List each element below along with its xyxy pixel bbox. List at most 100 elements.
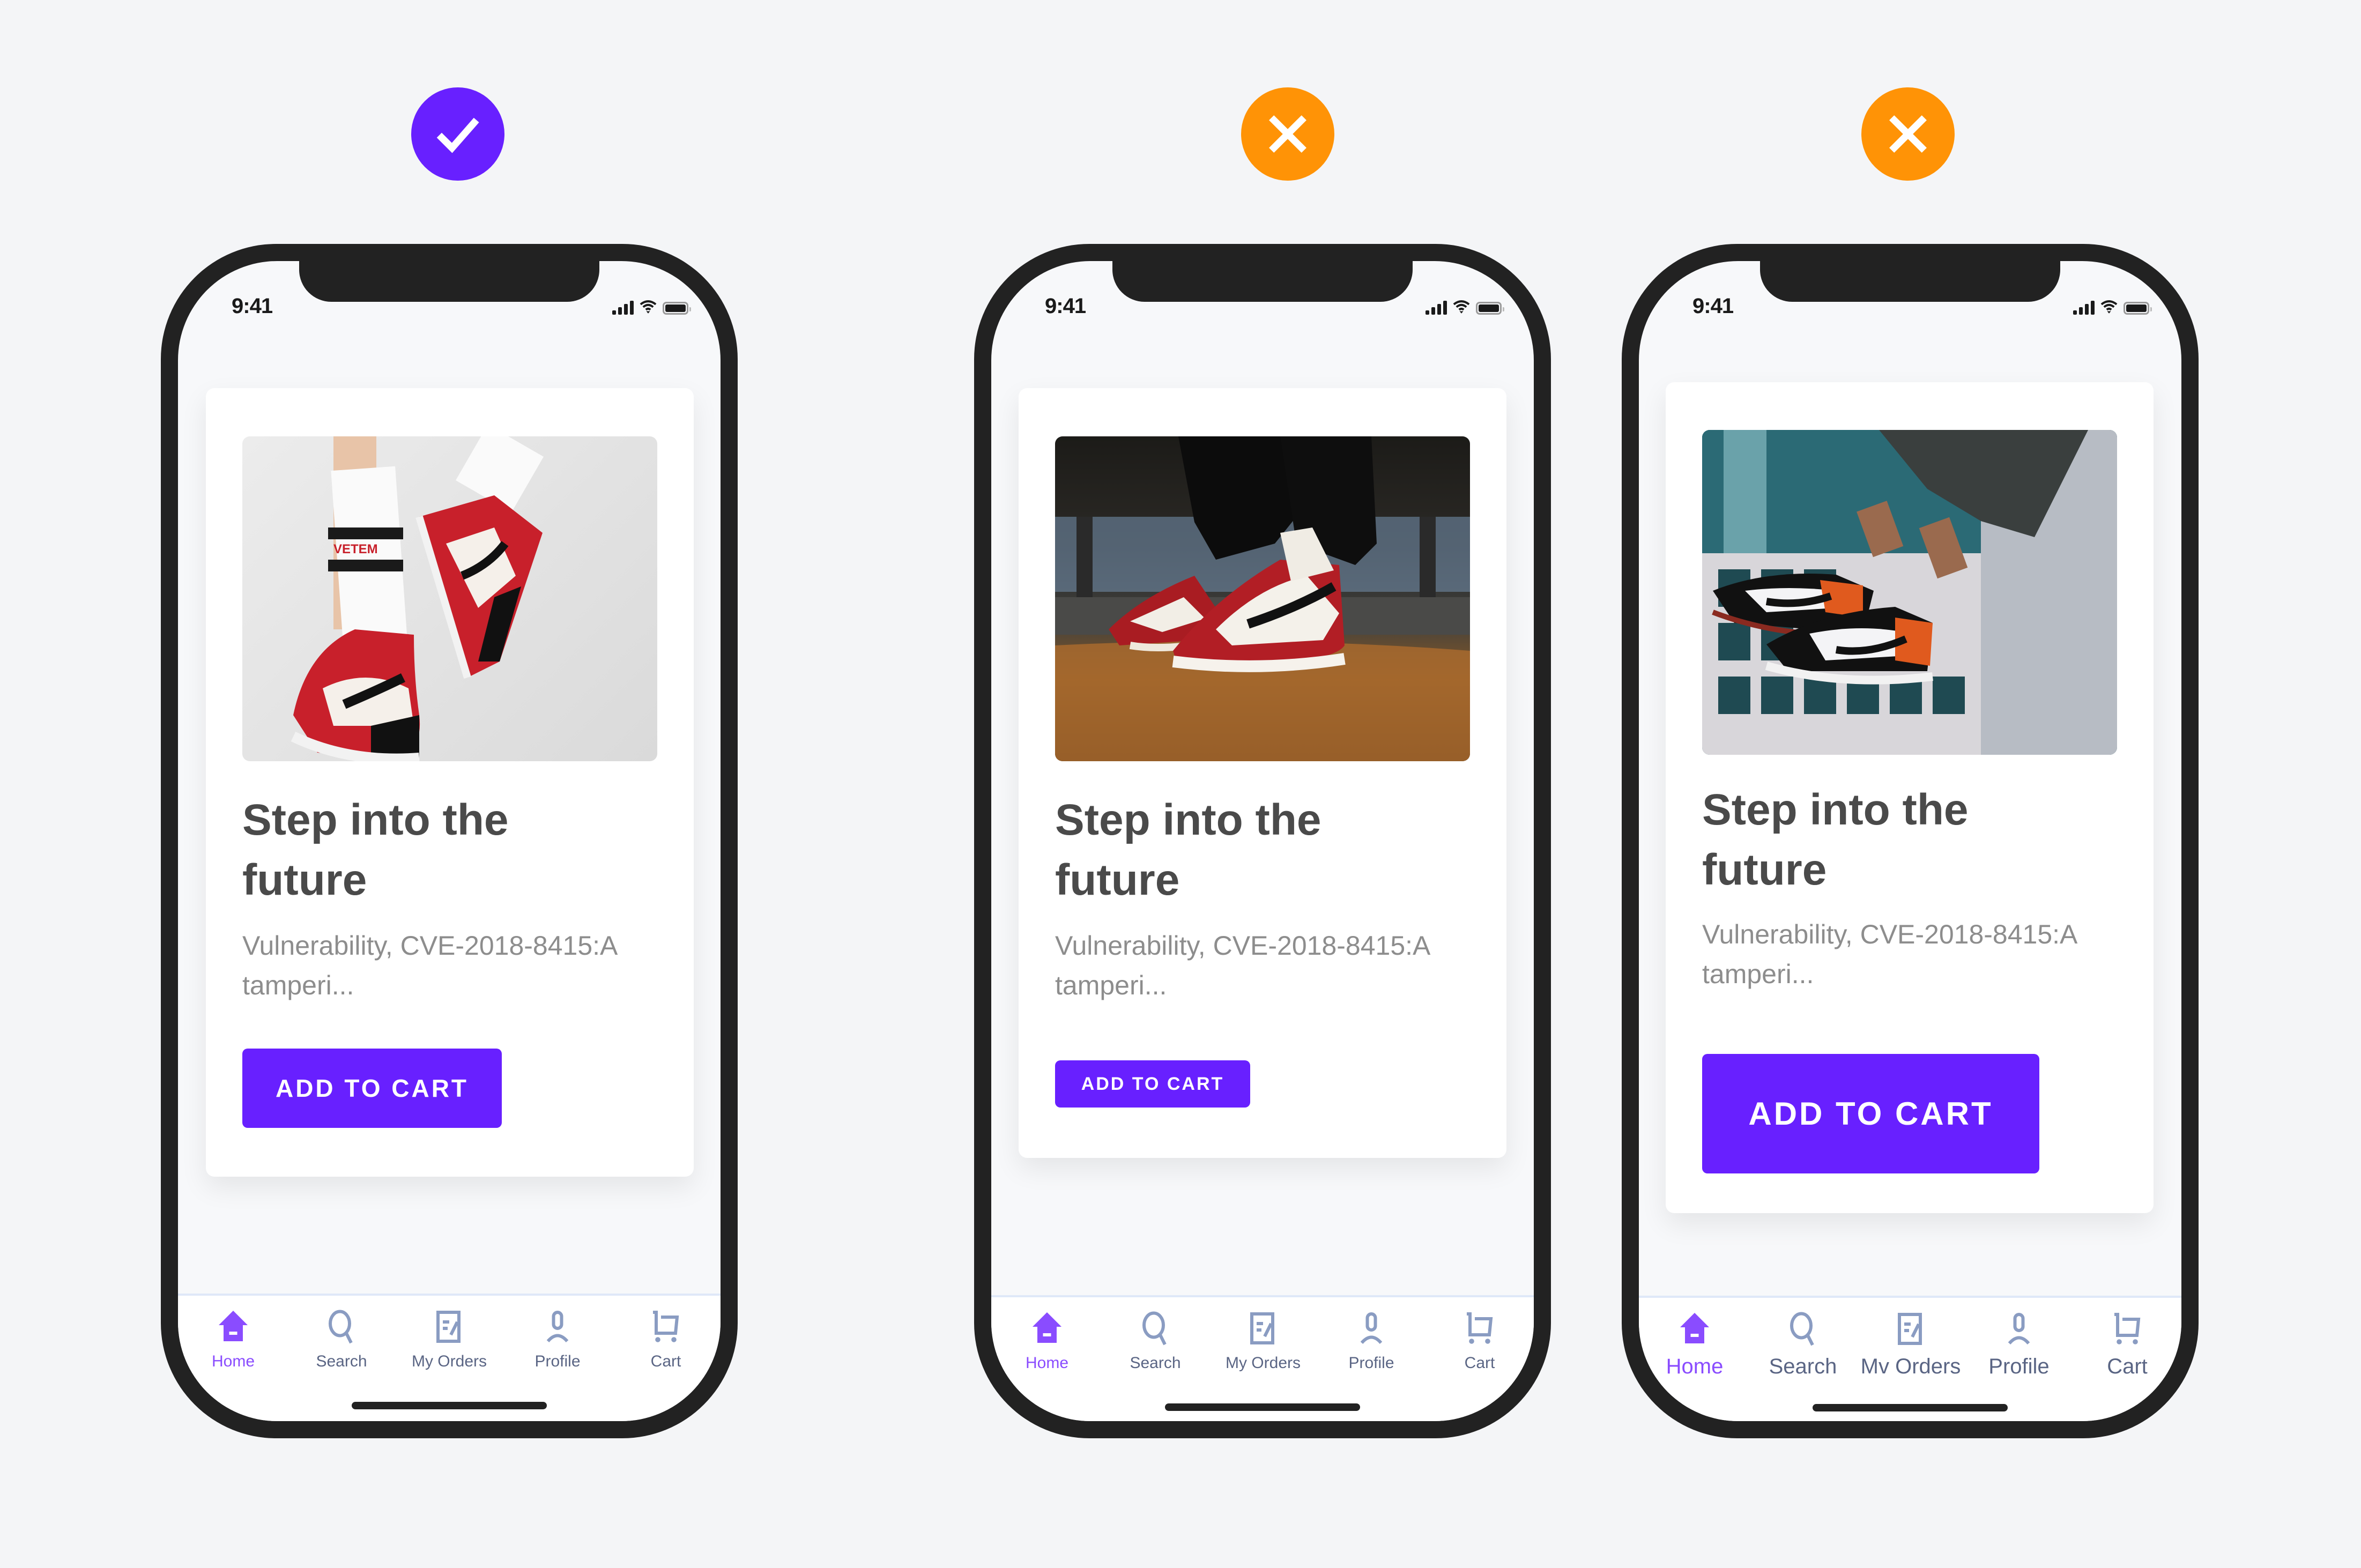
nav-label-cart: Cart [2107,1355,2148,1378]
incorrect-badge [1241,87,1334,181]
nav-item-home[interactable]: Home [1641,1310,1748,1379]
home-icon [1680,1313,1709,1343]
battery-icon [1476,302,1504,315]
search-icon [1142,1311,1167,1346]
svg-text:VETEM: VETEM [333,542,378,556]
orders-icon [1898,1313,1922,1345]
nav-item-search[interactable]: Search [1749,1310,1857,1379]
nav-label-my-orders: My Orders [411,1353,487,1370]
add-to-cart-button[interactable]: ADD TO CART [242,1049,502,1128]
bottom-nav: Home Search My Orders Profile Cart [178,1294,721,1421]
phone-screen: 9:41 Step into the future Vulnerability,… [991,261,1534,1421]
profile-icon [546,1311,569,1343]
profile-icon [1360,1312,1383,1344]
nav-label-my-orders: My Orders [1225,1354,1301,1372]
nav-item-search[interactable]: Search [1102,1309,1209,1372]
battery-icon [2124,302,2152,315]
nav-label-search: Search [1130,1354,1181,1372]
nav-item-my-orders[interactable]: My Orders [396,1307,503,1371]
card-description-line: tamperi... [242,970,354,1000]
card-title-line: future [242,856,367,904]
correct-badge [411,87,504,181]
wifi-icon [2100,300,2118,314]
product-image [1055,436,1470,761]
signal-icon [2073,299,2095,315]
nav-item-my-orders[interactable]: My Orders [1209,1309,1317,1372]
cart-icon [2114,1313,2141,1344]
incorrect-badge [1861,87,1955,181]
signal-icon [1425,299,1447,315]
battery-icon [663,302,691,315]
nav-label-profile: Profile [1348,1354,1394,1372]
nav-label-profile: Profile [1988,1355,2050,1378]
status-icons [1425,295,1504,315]
phone-mockup-incorrect-large-button: 9:41 Step into the future Vulnerability,… [1622,244,2199,1438]
product-card: Step into the future Vulnerability, CVE-… [1019,388,1506,1158]
nav-item-home[interactable]: Home [180,1307,287,1371]
orders-icon [436,1311,461,1343]
card-description: Vulnerability, CVE-2018-8415:A tamperi..… [1702,915,2077,994]
card-title: Step into the future [1055,790,1321,910]
product-image [1702,430,2117,755]
product-card: Step into the future Vulnerability, CVE-… [1666,382,2154,1213]
nav-item-profile[interactable]: Profile [504,1307,611,1371]
home-icon [1033,1312,1061,1343]
card-description-line: tamperi... [1702,959,1814,989]
sneaker-photo: VETEM [291,436,544,761]
product-card: VETEM Step into the future Vulnerability… [206,388,694,1177]
card-title-line: Step into the [1702,785,1969,834]
card-description-line: Vulnerability, CVE-2018-8415:A [1055,931,1431,961]
phone-screen: 9:41 Step into the future Vulnerability,… [1639,261,2181,1421]
notch [1760,261,2060,302]
status-icons [612,295,691,315]
nav-label-home: Home [1666,1355,1724,1378]
nav-item-home[interactable]: Home [993,1309,1101,1372]
orders-icon [1250,1312,1274,1344]
notch [1112,261,1413,302]
check-icon [436,117,479,153]
nav-label-my-orders: Mv Orders [1860,1355,1961,1378]
card-title-line: future [1702,845,1827,894]
status-icons [2073,295,2152,315]
nav-label-cart: Cart [650,1353,681,1370]
status-time: 9:41 [1045,294,1086,318]
cart-icon [1467,1312,1493,1344]
card-title-line: Step into the [1055,796,1321,844]
add-to-cart-button[interactable]: ADD TO CART [1702,1054,2039,1173]
nav-item-profile[interactable]: Profile [1318,1309,1425,1372]
cart-icon [653,1311,679,1342]
home-indicator [1813,1404,2008,1411]
add-to-cart-button[interactable]: ADD TO CART [1055,1060,1250,1108]
nav-label-search: Search [316,1353,367,1370]
nav-item-cart[interactable]: Cart [2074,1310,2181,1379]
phone-mockup-correct: 9:41 VETEM Step into the future Vulnerab… [161,244,738,1438]
nav-item-profile[interactable]: Profile [1965,1310,2073,1379]
nav-label-cart: Cart [1464,1354,1495,1372]
bottom-nav: Home Search My Orders Profile Cart [991,1295,1534,1421]
phone-mockup-incorrect-small-button: 9:41 Step into the future Vulnerability,… [974,244,1551,1438]
home-indicator [352,1402,547,1409]
nav-item-cart[interactable]: Cart [612,1307,719,1371]
nav-label-search: Search [1769,1355,1837,1378]
status-time: 9:41 [232,294,273,318]
sneaker-photo [1055,436,1470,761]
card-title-line: Step into the [242,796,509,844]
wifi-icon [640,300,657,314]
nav-item-search[interactable]: Search [288,1307,395,1371]
nav-label-home: Home [1025,1354,1069,1372]
nav-item-my-orders[interactable]: Mv Orders [1857,1310,1964,1379]
profile-icon [2008,1313,2030,1345]
card-title: Step into the future [242,790,509,910]
close-icon [1889,115,1927,153]
card-title-line: future [1055,856,1180,904]
search-icon [329,1310,353,1344]
nav-item-cart[interactable]: Cart [1426,1309,1533,1372]
search-icon [1790,1312,1814,1346]
signal-icon [612,299,634,315]
bottom-nav: Home Search Mv Orders Profile Cart [1639,1296,2181,1421]
status-time: 9:41 [1692,294,1734,318]
phone-screen: 9:41 VETEM Step into the future Vulnerab… [178,261,721,1421]
card-description: Vulnerability, CVE-2018-8415:A tamperi..… [1055,926,1430,1005]
card-description-line: Vulnerability, CVE-2018-8415:A [242,931,618,961]
card-title: Step into the future [1702,780,1969,900]
